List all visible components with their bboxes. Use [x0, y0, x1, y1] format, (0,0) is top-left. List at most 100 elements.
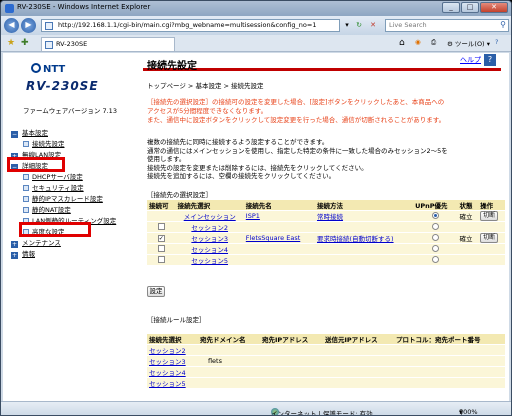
- sidebar-item-basic[interactable]: − 基本設定: [11, 127, 48, 138]
- highlight-advanced: [7, 157, 65, 172]
- gear-icon: ⚙: [447, 40, 453, 48]
- tab-bar: ★ ✚ RV-230SE ⌂ ◉ ⎙ ⚙ ツール(O) ▾ ?: [1, 35, 511, 52]
- page-bullet-icon: [23, 207, 29, 213]
- forward-icon[interactable]: ▶: [21, 18, 36, 33]
- back-icon[interactable]: ◀: [4, 18, 19, 33]
- upnp-radio[interactable]: [431, 211, 439, 219]
- maximize-button[interactable]: □: [461, 2, 479, 13]
- page-content: NTT RV-230SE ファームウェアバージョン 7.13 − 基本設定 接続先…: [3, 53, 509, 401]
- connection-name-link[interactable]: FletsSquare East: [246, 234, 300, 242]
- feeds-icon[interactable]: ◉: [415, 38, 421, 46]
- sidebar-item-security[interactable]: セキュリティ設定: [23, 182, 84, 192]
- table-row: セッション3 flets: [147, 355, 505, 367]
- table-row: セッション2: [147, 221, 505, 233]
- tools-menu[interactable]: ⚙ ツール(O) ▾: [447, 38, 490, 48]
- sidebar: NTT RV-230SE ファームウェアバージョン 7.13 − 基本設定 接続先…: [3, 53, 137, 401]
- firmware-version: ファームウェアバージョン 7.13: [23, 107, 117, 115]
- dropdown-icon[interactable]: ▾: [341, 19, 353, 32]
- enable-checkbox[interactable]: ✓: [157, 235, 165, 242]
- enable-checkbox[interactable]: [157, 222, 165, 230]
- page-bullet-icon: [23, 174, 29, 180]
- rule-table: 接続先選択 宛先ドメイン名 宛先IPアドレス 送信元IPアドレス プロトコル：宛先ポート…: [147, 334, 505, 388]
- main-panel: 接続先設定 ヘルプ ? トップページ > 基本設定 > 接続先設定 ［接続先の選…: [143, 53, 507, 401]
- rule-session-link[interactable]: セッション3: [149, 358, 186, 366]
- session-link[interactable]: メインセッション: [184, 213, 236, 221]
- sidebar-item-connection[interactable]: 接続先設定: [23, 138, 65, 148]
- sidebar-item-static-ip-masq[interactable]: 静的IPマスカレード設定: [23, 193, 103, 203]
- window-title: RV-230SE - Windows Internet Explorer: [17, 3, 151, 11]
- page-icon: [45, 22, 53, 30]
- page-bullet-icon: [23, 185, 29, 191]
- search-icon[interactable]: ⚲: [500, 20, 506, 29]
- print-icon[interactable]: ⎙: [431, 38, 436, 47]
- set-button[interactable]: 設定: [147, 286, 165, 297]
- table-row: メインセッション ISP1 常時接続 確立 切断: [147, 210, 505, 222]
- browser-tab[interactable]: RV-230SE: [41, 37, 175, 51]
- ntt-logo: NTT: [31, 63, 65, 75]
- search-input[interactable]: Live Search ⚲: [385, 19, 509, 32]
- connection-method-link[interactable]: 要求時接続(自動切断する): [317, 235, 394, 243]
- address-field[interactable]: http://192.168.1.1/cgi-bin/main.cgi?mbg_…: [41, 19, 340, 32]
- highlight-advanced-settings: [19, 222, 91, 237]
- upnp-radio[interactable]: [431, 233, 439, 241]
- table-row: セッション4: [147, 243, 505, 255]
- page-bullet-icon: [23, 196, 29, 202]
- table-row: セッション4: [147, 366, 505, 378]
- connection-name-link[interactable]: ISP1: [246, 212, 260, 220]
- connection-method-link[interactable]: 常時接続: [317, 213, 343, 221]
- session-table: 接続可 接続先選択 接続先名 接続方法 UPnP優先 状態 操作 メインセッション ISP1…: [147, 200, 505, 265]
- upnp-radio[interactable]: [431, 255, 439, 263]
- ie-icon: [5, 4, 14, 13]
- breadcrumb: トップページ > 基本設定 > 接続先設定: [147, 82, 264, 90]
- session-link[interactable]: セッション3: [191, 235, 228, 243]
- disconnect-button[interactable]: 切断: [480, 233, 499, 243]
- title-bar: RV-230SE - Windows Internet Explorer _ □…: [1, 1, 511, 16]
- session-link[interactable]: セッション5: [191, 257, 228, 265]
- model-logo: RV-230SE: [26, 79, 99, 93]
- sidebar-item-info[interactable]: + 情報: [11, 248, 35, 259]
- description-text: 複数の接続先に同時に接続するよう設定することができます。 通常の通信にはメインセ…: [147, 138, 448, 180]
- session-link[interactable]: セッション2: [191, 224, 228, 232]
- table-row: セッション2: [147, 344, 505, 356]
- address-url: http://192.168.1.1/cgi-bin/main.cgi?mbg_…: [58, 21, 317, 29]
- favorites-star-icon[interactable]: ★: [7, 38, 15, 48]
- help-icon[interactable]: ?: [484, 54, 496, 66]
- collapse-icon: −: [11, 131, 18, 138]
- page-bullet-icon: [23, 141, 29, 147]
- stop-icon[interactable]: ✕: [367, 19, 379, 32]
- enable-checkbox[interactable]: [157, 255, 165, 263]
- minimize-button[interactable]: _: [442, 2, 460, 13]
- table-row: セッション5: [147, 254, 505, 265]
- add-favorites-icon[interactable]: ✚: [21, 38, 29, 48]
- rule-session-link[interactable]: セッション5: [149, 380, 186, 388]
- table-row: ✓ セッション3 FletsSquare East 要求時接続(自動切断する) …: [147, 232, 505, 244]
- upnp-radio[interactable]: [431, 244, 439, 252]
- session-link[interactable]: セッション4: [191, 246, 228, 254]
- sidebar-item-dhcp[interactable]: DHCPサーバ設定: [23, 171, 83, 181]
- help-link[interactable]: ヘルプ: [460, 55, 481, 65]
- tab-title: RV-230SE: [56, 40, 88, 48]
- sidebar-item-static-nat[interactable]: 静的NAT設定: [23, 204, 71, 214]
- refresh-icon[interactable]: ↻: [353, 19, 365, 32]
- home-icon[interactable]: ⌂: [399, 38, 405, 48]
- help-menu-icon[interactable]: ?: [495, 38, 498, 46]
- page-title: 接続先設定: [143, 57, 501, 72]
- rule-session-link[interactable]: セッション4: [149, 369, 186, 377]
- search-placeholder: Live Search: [389, 21, 427, 29]
- address-toolbar: ◀ ▶ http://192.168.1.1/cgi-bin/main.cgi?…: [1, 16, 511, 35]
- table-row: セッション5: [147, 377, 505, 388]
- enable-checkbox[interactable]: [157, 244, 165, 252]
- warning-text: ［接続先の選択設定］の接続可の設定を変更した場合、[設定]ボタンをクリックしたあ…: [147, 98, 446, 124]
- close-button[interactable]: ✕: [480, 2, 508, 13]
- rule-section-title: ［接続ルール設定］: [147, 316, 206, 324]
- expand-icon: +: [11, 252, 18, 259]
- select-section-title: ［接続先の選択設定］: [147, 191, 212, 199]
- sidebar-item-maintenance[interactable]: + メンテナンス: [11, 237, 61, 248]
- disconnect-button[interactable]: 切断: [480, 211, 499, 221]
- expand-icon: +: [11, 241, 18, 248]
- upnp-radio[interactable]: [431, 222, 439, 230]
- rule-session-link[interactable]: セッション2: [149, 347, 186, 355]
- tab-page-icon: [45, 41, 53, 49]
- browser-window: RV-230SE - Windows Internet Explorer _ □…: [0, 0, 512, 416]
- tools-label: ツール(O): [454, 40, 485, 48]
